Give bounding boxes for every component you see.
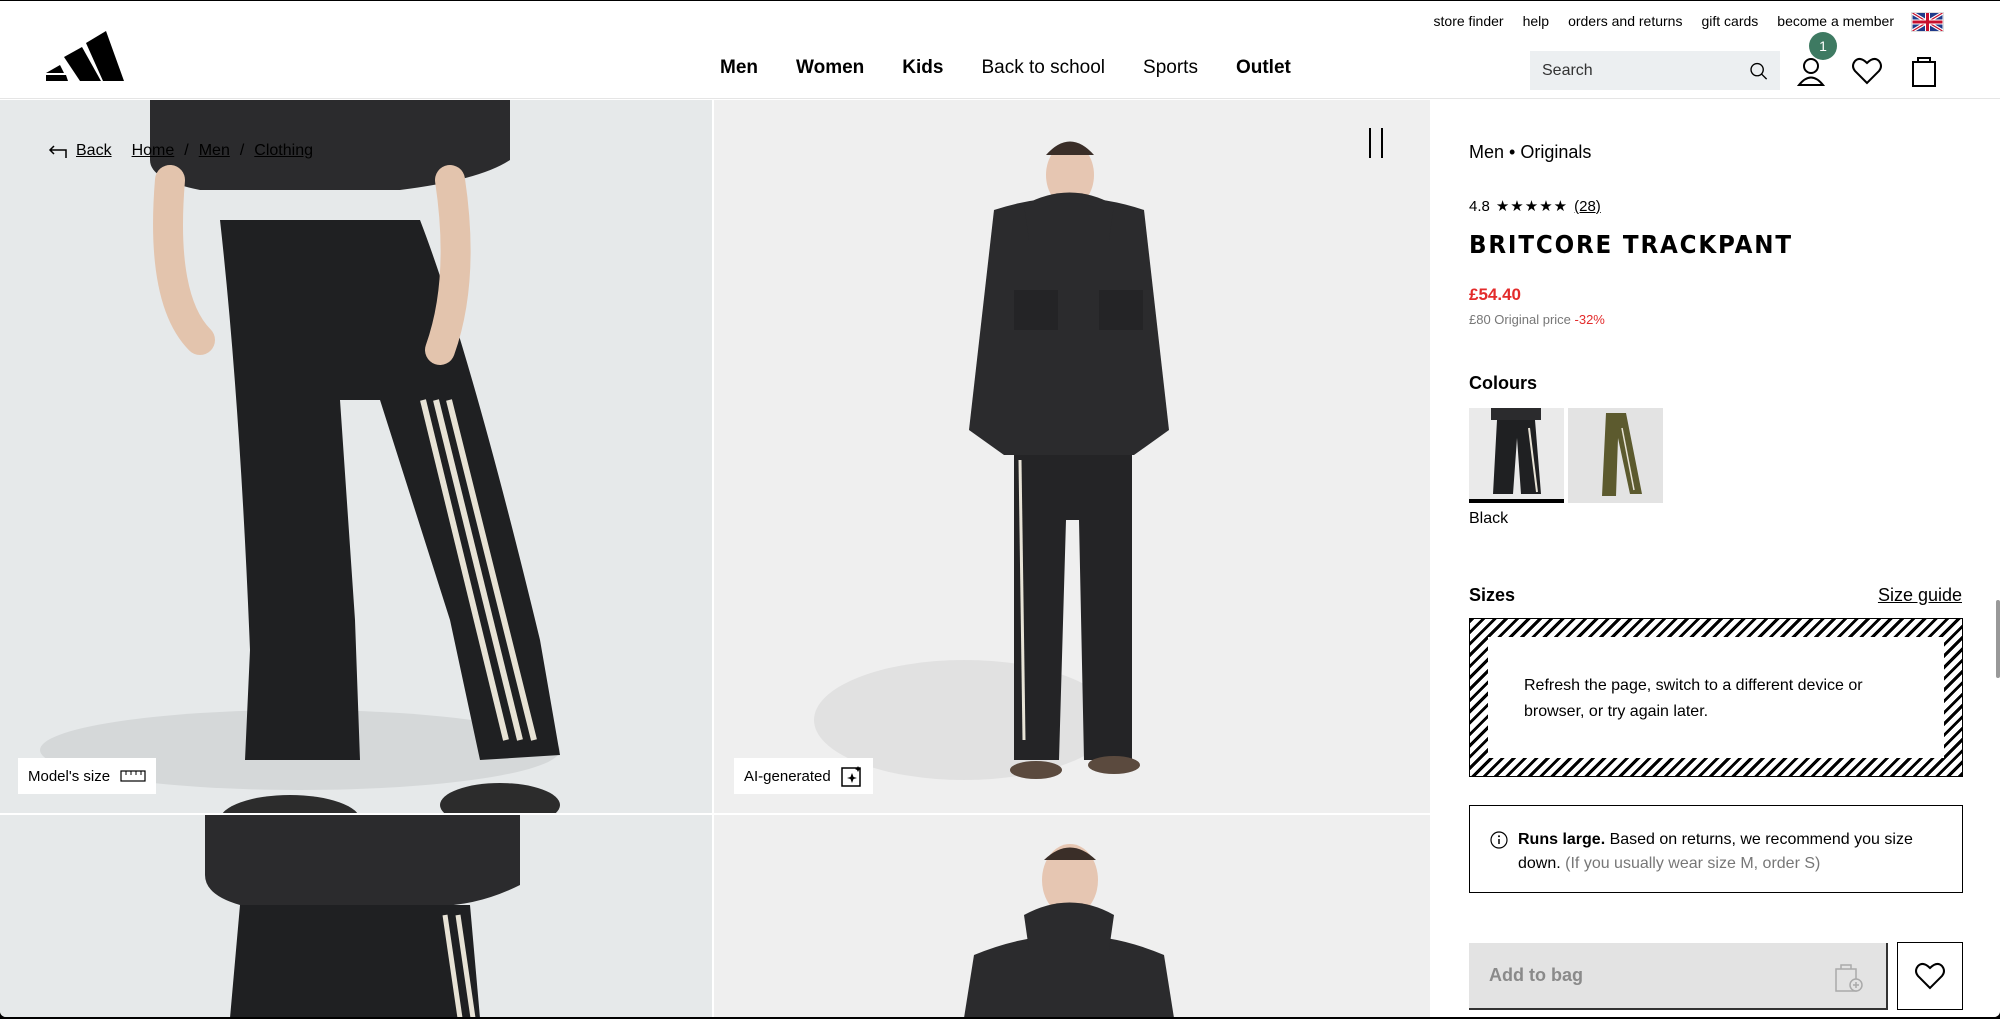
main-nav: Men Women Kids Back to school Sports Out…	[720, 57, 1291, 79]
search-icon[interactable]	[1749, 57, 1768, 85]
original-price: £80 Original price -32%	[1469, 312, 1605, 327]
uk-flag-icon[interactable]	[1911, 12, 1944, 32]
product-gallery: Back Home / Men / Clothing Model's size	[0, 100, 1430, 1017]
model-full-body-image	[814, 141, 1169, 780]
breadcrumb-separator: /	[239, 142, 245, 159]
pants-side-image	[205, 815, 520, 1017]
wishlist-button[interactable]	[1897, 942, 1963, 1010]
colour-swatch-black[interactable]	[1469, 408, 1564, 503]
olive-pants-thumbnail	[1602, 413, 1642, 496]
nav-women[interactable]: Women	[796, 57, 864, 79]
size-error-message: Refresh the page, switch to a different …	[1488, 637, 1944, 758]
size-guide-link[interactable]: Size guide	[1878, 585, 1962, 606]
model-size-label: Model's size	[28, 767, 111, 785]
back-arrow-icon	[48, 145, 67, 158]
breadcrumb-separator: /	[184, 142, 189, 159]
utility-help[interactable]: help	[1523, 13, 1549, 29]
nav-kids[interactable]: Kids	[902, 57, 943, 79]
product-image-1[interactable]: Back Home / Men / Clothing Model's size	[0, 100, 712, 813]
info-icon	[1490, 831, 1508, 849]
wishlist-heart-icon[interactable]	[1850, 54, 1884, 88]
back-link[interactable]: Back	[48, 142, 112, 160]
product-category: Men • Originals	[1469, 142, 1592, 162]
search-input[interactable]	[1542, 61, 1749, 80]
search-box	[1530, 51, 1780, 90]
scrollbar[interactable]	[1996, 600, 2000, 678]
selected-colour-name: Black	[1469, 510, 1509, 527]
rating-stars: ★★★★★	[1495, 198, 1569, 215]
nav-back-to-school[interactable]: Back to school	[981, 57, 1105, 79]
product-rating: 4.8 ★★★★★ (28)	[1469, 197, 1601, 216]
breadcrumb-men[interactable]: Men	[199, 142, 230, 160]
fit-advice-title: Runs large.	[1518, 831, 1606, 848]
rating-value: 4.8	[1469, 197, 1490, 215]
product-image-3[interactable]	[0, 815, 712, 1017]
product-image-2[interactable]: AI-generated	[714, 100, 1430, 813]
bag-add-icon	[1835, 964, 1863, 992]
product-title: BRITCORE TRACKPANT	[1469, 230, 1793, 259]
size-error-box: Refresh the page, switch to a different …	[1469, 618, 1963, 777]
adidas-logo[interactable]	[46, 29, 124, 81]
black-pants-thumbnail	[1491, 408, 1541, 494]
discount-badge: -32%	[1574, 312, 1605, 327]
utility-links: store finder help orders and returns gif…	[1434, 13, 1894, 29]
account-badge: 1	[1809, 32, 1837, 60]
breadcrumb-clothing[interactable]: Clothing	[254, 142, 313, 160]
ai-sparkle-icon	[840, 766, 861, 787]
add-to-bag-button[interactable]: Add to bag	[1469, 943, 1888, 1010]
pants-closeup-image	[40, 100, 560, 813]
add-to-bag-label: Add to bag	[1489, 965, 1583, 985]
sale-price: £54.40	[1469, 285, 1521, 304]
utility-become-member[interactable]: become a member	[1777, 13, 1894, 29]
nav-outlet[interactable]: Outlet	[1236, 57, 1291, 79]
colour-swatch-olive[interactable]	[1568, 408, 1663, 503]
nav-men[interactable]: Men	[720, 57, 758, 79]
utility-gift-cards[interactable]: gift cards	[1701, 13, 1758, 29]
back-label[interactable]: Back	[76, 142, 112, 160]
site-header: store finder help orders and returns gif…	[0, 1, 2000, 99]
heart-icon	[1915, 962, 1945, 990]
product-image-4[interactable]	[714, 815, 1430, 1017]
model-size-tag[interactable]: Model's size	[18, 758, 157, 794]
sizes-heading: Sizes	[1469, 585, 1516, 605]
fit-advice-box: Runs large. Based on returns, we recomme…	[1469, 805, 1963, 893]
pause-icon[interactable]	[1366, 128, 1386, 158]
ai-generated-tag[interactable]: AI-generated	[734, 758, 873, 794]
model-upper-body-image	[964, 844, 1174, 1017]
original-price-text: £80 Original price	[1469, 312, 1571, 327]
nav-sports[interactable]: Sports	[1143, 57, 1198, 79]
breadcrumb: Back Home / Men / Clothing	[48, 142, 313, 160]
review-count-link[interactable]: (28)	[1574, 198, 1601, 215]
utility-store-finder[interactable]: store finder	[1434, 13, 1504, 29]
page: store finder help orders and returns gif…	[0, 1, 2000, 1017]
shopping-bag-icon[interactable]	[1907, 54, 1941, 88]
product-info-panel: Men • Originals 4.8 ★★★★★ (28) BRITCORE …	[1431, 100, 2000, 1017]
fit-advice-hint: (If you usually wear size M, order S)	[1560, 855, 1821, 872]
colours-heading: Colours	[1469, 373, 1538, 393]
utility-orders-returns[interactable]: orders and returns	[1568, 13, 1682, 29]
breadcrumb-home[interactable]: Home	[132, 142, 175, 160]
ruler-icon	[120, 770, 146, 782]
ai-generated-label: AI-generated	[744, 767, 831, 785]
